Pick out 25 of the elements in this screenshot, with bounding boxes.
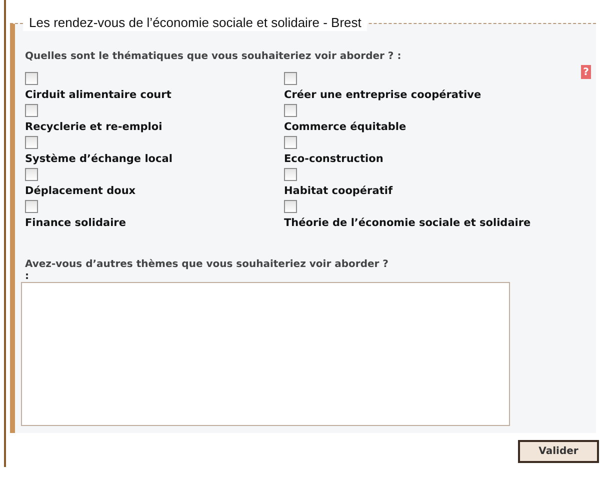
checkbox[interactable] xyxy=(25,72,38,85)
checkbox[interactable] xyxy=(25,104,38,117)
checkbox[interactable] xyxy=(25,168,38,181)
checkbox[interactable] xyxy=(25,200,38,213)
checkbox-label: Habitat coopératif xyxy=(284,185,393,197)
checkbox-label: Finance solidaire xyxy=(25,217,126,229)
checkbox-label: Théorie de l’économie sociale et solidaire xyxy=(284,217,531,229)
checkbox-label: Cirduit alimentaire court xyxy=(25,89,172,101)
section-title: Les rendez-vous de l’économie sociale et solidaire - Brest xyxy=(23,15,368,31)
checkbox-label: Créer une entreprise coopérative xyxy=(284,89,482,101)
colon-label: : xyxy=(25,272,30,282)
checkbox-label: Recyclerie et re-emploi xyxy=(25,121,162,133)
checkbox-label: Système d’échange local xyxy=(25,153,172,165)
checkbox[interactable] xyxy=(284,72,297,85)
checkbox[interactable] xyxy=(284,168,297,181)
checkbox[interactable] xyxy=(284,104,297,117)
checkbox-label: Eco-construction xyxy=(284,153,384,165)
question-label: Avez-vous d’autres thèmes que vous souhaiteriez voir aborder ? xyxy=(25,259,390,270)
checkbox[interactable] xyxy=(284,136,297,149)
question-label: Quelles sont le thématiques que vous souhaiteriez voir aborder ? : xyxy=(25,51,402,62)
submit-button[interactable]: Valider xyxy=(518,440,599,463)
checkbox-label: Commerce équitable xyxy=(284,121,406,133)
checkbox-label: Déplacement doux xyxy=(25,185,136,197)
checkbox[interactable] xyxy=(25,136,38,149)
checkbox[interactable] xyxy=(284,200,297,213)
